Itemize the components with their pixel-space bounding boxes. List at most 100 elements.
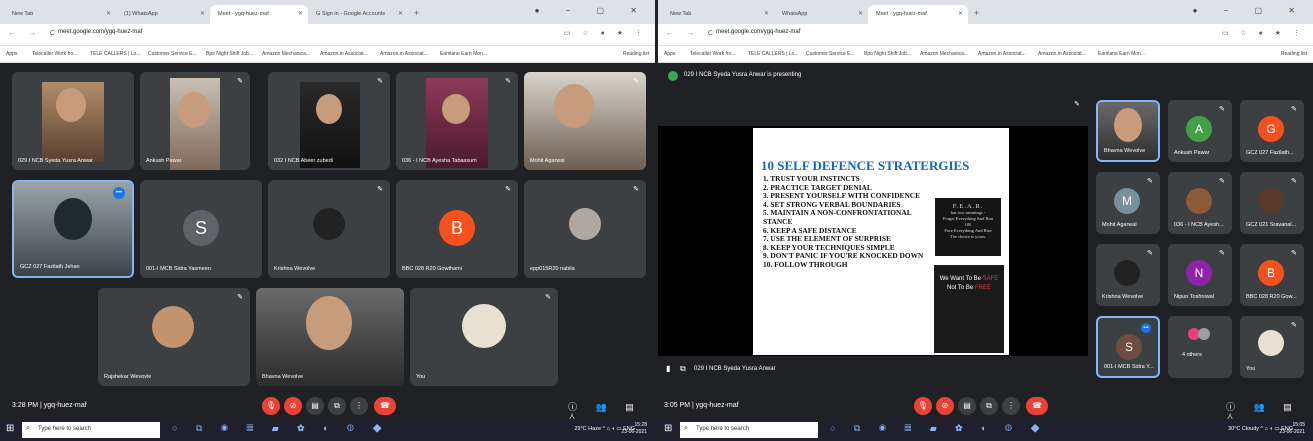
participant-tile[interactable]: ✎ 036 - I NCB Ayesh...: [1168, 172, 1232, 234]
participant-tile[interactable]: G ✎ GCZ 027 Fazilath...: [1240, 100, 1304, 162]
mic-off-button[interactable]: 🎙: [914, 397, 932, 415]
tab-new-tab[interactable]: New Tab ✕: [662, 5, 774, 24]
present-button[interactable]: ⧉: [980, 397, 998, 415]
more-options-icon[interactable]: •••: [1141, 323, 1151, 333]
tab-meet[interactable]: Meet - ygq-huez-maf ✕: [868, 5, 968, 24]
close-icon[interactable]: ✕: [200, 10, 205, 17]
bookmark-item[interactable]: Amazon.in Associat...: [1038, 51, 1086, 57]
participant-tile[interactable]: N ✎ Nipun Toshniwal: [1168, 244, 1232, 306]
more-options-icon[interactable]: •••: [113, 187, 125, 199]
more-options-button[interactable]: ⋮: [1002, 397, 1020, 415]
avatar: A: [1186, 116, 1212, 142]
captions-button[interactable]: ▤: [306, 397, 324, 415]
participant-tile-self[interactable]: ✎ You: [1240, 316, 1304, 378]
bookmark-item[interactable]: Amazon.in Associat...: [978, 51, 1026, 57]
taskbar-clock[interactable]: 15:28 23-06-2021: [621, 422, 647, 436]
bookmark-item[interactable]: Telecaller Work fro...: [32, 51, 77, 57]
bookmark-item[interactable]: Amazon.in Associat...: [380, 51, 428, 57]
bookmark-item[interactable]: Amazon.in Associat...: [320, 51, 368, 57]
bookmark-item[interactable]: Eamlane Earn Mon...: [440, 51, 487, 57]
mic-off-button[interactable]: 🎙: [262, 397, 280, 415]
participant-tile[interactable]: ✎ epp015R20 nabila: [524, 180, 646, 278]
bookmark-item[interactable]: Bpo Night Shift Job...: [864, 51, 911, 57]
participant-tile[interactable]: ✎ Rajshekar Wevovle: [98, 288, 250, 386]
camera-off-button[interactable]: ⊘: [284, 397, 302, 415]
participant-tile[interactable]: ✎ 036 - I NCB Ayesha Tabassum: [396, 72, 518, 170]
participant-tile[interactable]: ✎ 032 I NCB Abeer zubedi: [268, 72, 390, 170]
windows-start-icon[interactable]: ⊞: [664, 423, 672, 434]
reading-list[interactable]: Reading list: [623, 51, 649, 57]
close-icon[interactable]: ✕: [106, 10, 111, 17]
taskbar-search[interactable]: ⌕ Type here to search: [22, 422, 160, 438]
bookmark-apps[interactable]: Apps: [6, 51, 17, 57]
camera-off-button[interactable]: ⊘: [936, 397, 954, 415]
participant-tile-self[interactable]: ✎ You: [410, 288, 558, 386]
close-icon[interactable]: ✕: [958, 10, 963, 17]
mic-muted-icon: ✎: [377, 186, 383, 193]
bookmark-item[interactable]: Telecaller Work fro...: [690, 51, 735, 57]
avatar: [1114, 260, 1140, 286]
bookmark-item[interactable]: Amazon Mechanica...: [262, 51, 310, 57]
participant-tile[interactable]: B ✎ BBC 028 R20 Gowthami: [396, 180, 518, 278]
slide-item: 10. FOLLOW THROUGH: [763, 259, 848, 269]
participant-name: 001-I MCB Sidra Y...: [1104, 364, 1154, 370]
taskbar-search[interactable]: ⌕ Type here to search: [680, 422, 818, 438]
url-field[interactable]: meet.google.com/ygq-huez-maf: [58, 29, 142, 35]
participant-tile[interactable]: Bhavna Wevolve: [1096, 100, 1160, 162]
face: [306, 296, 352, 350]
new-tab-plus-icon[interactable]: +: [974, 8, 979, 18]
captions-button[interactable]: ▤: [958, 397, 976, 415]
nav-buttons[interactable]: ← → C: [8, 30, 61, 37]
close-icon[interactable]: ✕: [398, 10, 403, 17]
participant-tile[interactable]: B ✎ BBC 028 R20 Gow...: [1240, 244, 1304, 306]
participant-name: Nipun Toshniwal: [1174, 294, 1214, 300]
participant-tile[interactable]: A ✎ Ankush Pawar: [1168, 100, 1232, 162]
close-icon[interactable]: ✕: [764, 10, 769, 17]
bookmark-item[interactable]: Eamlane Earn Mon...: [1098, 51, 1145, 57]
participant-tile[interactable]: 029 I NCB Syeda Yusra Anwar: [12, 72, 134, 170]
bookmark-item[interactable]: Amazon Mechanica...: [920, 51, 968, 57]
window-controls[interactable]: ● − ▢ ✕: [535, 6, 649, 15]
taskbar-clock[interactable]: 15:05 23-06-2021: [1279, 422, 1305, 436]
participant-tile-others[interactable]: 4 others: [1168, 316, 1232, 378]
tab-meet[interactable]: Meet - ygq-huez-maf ✕: [210, 5, 308, 24]
tab-whatsapp[interactable]: (1) WhatsApp ✕: [116, 5, 210, 24]
window-controls[interactable]: ● − ▢ ✕: [1193, 6, 1307, 15]
participant-tile[interactable]: Bhavna Wevolve: [256, 288, 404, 386]
participant-tile[interactable]: ✎ Krishna Wevolve: [1096, 244, 1160, 306]
leave-call-button[interactable]: ☎: [374, 397, 396, 415]
windows-start-icon[interactable]: ⊞: [6, 423, 14, 434]
close-icon[interactable]: ✕: [298, 10, 303, 17]
taskbar-app-icons[interactable]: ○ ⧉ ◉ ▦ ▰ ✿ ◐ ◍ ◆: [172, 423, 390, 434]
bookmark-item[interactable]: TELE CALLERS | Lo...: [90, 51, 141, 57]
participant-tile[interactable]: S 001-I MCB Sidra Yasmeen: [140, 180, 262, 278]
present-button[interactable]: ⧉: [328, 397, 346, 415]
participant-tile[interactable]: ✎ GCZ 021 Sravanal...: [1240, 172, 1304, 234]
close-icon[interactable]: ✕: [858, 10, 863, 17]
participant-tile[interactable]: ✎ Krishna Wevolve: [268, 180, 390, 278]
participant-tile[interactable]: ✎ Mohit Agarwal: [524, 72, 646, 170]
extension-icons[interactable]: ▭ ☆ ● ★ ⋮: [1222, 29, 1305, 37]
pin-icon[interactable]: ▮: [666, 364, 670, 373]
taskbar-app-icons[interactable]: ○ ⧉ ◉ ▦ ▰ ✿ ◐ ◍ ◆: [830, 423, 1048, 434]
bookmark-item[interactable]: TELE CALLERS | Lo...: [748, 51, 799, 57]
leave-call-button[interactable]: ☎: [1026, 397, 1048, 415]
bookmark-item[interactable]: Customer Service E...: [148, 51, 197, 57]
extension-icons[interactable]: ▭ ☆ ● ★ ⋮: [564, 29, 647, 37]
bookmark-item[interactable]: Bpo Night Shift Job...: [206, 51, 253, 57]
new-tab-plus-icon[interactable]: +: [414, 8, 419, 18]
url-field[interactable]: meet.google.com/ygq-huez-maf: [716, 29, 800, 35]
nav-buttons[interactable]: ← → C: [666, 30, 719, 37]
tab-google-signin[interactable]: G Sign in - Google Accounts ✕: [308, 5, 408, 24]
bookmark-apps[interactable]: Apps: [664, 51, 675, 57]
bookmark-item[interactable]: Customer Service E...: [806, 51, 855, 57]
want-safe: SAFE: [982, 276, 999, 282]
tab-new-tab[interactable]: New Tab ✕: [4, 5, 116, 24]
participant-tile-speaking[interactable]: ••• GCZ 027 Fazilath Jehan: [12, 180, 134, 278]
participant-tile[interactable]: S ••• 001-I MCB Sidra Y...: [1096, 316, 1160, 378]
reading-list[interactable]: Reading list: [1281, 51, 1307, 57]
tab-whatsapp[interactable]: WhatsApp ✕: [774, 5, 868, 24]
more-options-button[interactable]: ⋮: [350, 397, 368, 415]
participant-tile[interactable]: M ✎ Mohit Agarwal: [1096, 172, 1160, 234]
participant-tile[interactable]: ✎ Ankush Pawar: [140, 72, 250, 170]
